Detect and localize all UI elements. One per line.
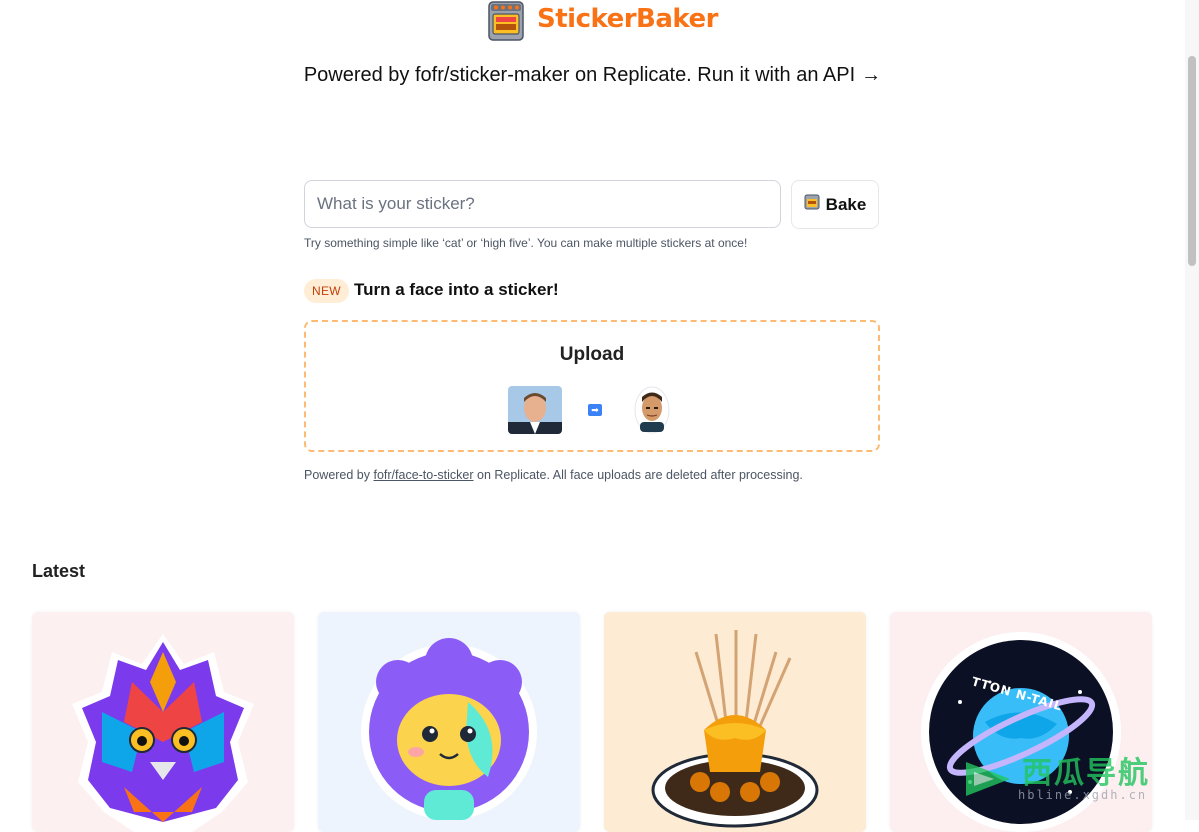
- purple-monster-sticker: [361, 638, 537, 820]
- face-upload-dropzone[interactable]: Upload ➡: [304, 320, 880, 452]
- face-photo-icon: [508, 386, 562, 434]
- watermark-text: 西瓜导航: [1022, 757, 1150, 790]
- powered-by-text: Powered by fofr/sticker-maker on Replica…: [303, 64, 856, 86]
- oven-icon[interactable]: [486, 0, 526, 42]
- face-footnote: Powered by fofr/face-to-sticker on Repli…: [304, 468, 803, 482]
- upload-label: Upload: [559, 344, 625, 365]
- fiery-owl-sticker: [72, 634, 254, 832]
- watermark-logo-icon: [966, 762, 1010, 796]
- sticker-card[interactable]: [32, 612, 294, 832]
- brand-name[interactable]: StickerBaker: [537, 4, 718, 34]
- watermark: 西瓜导航 hbline.xgdh.cn: [960, 748, 1186, 808]
- sticker-card[interactable]: [318, 612, 580, 832]
- new-badge: NEW: [304, 279, 349, 303]
- face-sticker-title: Turn a face into a sticker!: [354, 280, 559, 299]
- header: StickerBaker: [0, 0, 1185, 44]
- footnote-prefix: Powered by: [304, 468, 374, 482]
- scrollbar[interactable]: [1185, 0, 1199, 820]
- sticker-card[interactable]: [604, 612, 866, 832]
- oven-icon: [804, 194, 820, 215]
- prompt-hint: Try something simple like ‘cat’ or ‘high…: [304, 236, 748, 250]
- bake-button[interactable]: Bake: [791, 180, 879, 229]
- face-to-sticker-link[interactable]: fofr/face-to-sticker: [373, 468, 473, 482]
- arrow-right-icon: →: [861, 64, 882, 86]
- watermark-url: hbline.xgdh.cn: [1018, 788, 1148, 802]
- face-sticker-icon: [634, 386, 670, 434]
- dessert-sticker: [651, 630, 819, 828]
- sticker-prompt-input[interactable]: [304, 180, 781, 228]
- powered-by-line[interactable]: Powered by fofr/sticker-maker on Replica…: [0, 64, 1185, 87]
- right-arrow-icon: ➡: [588, 404, 602, 416]
- latest-heading: Latest: [32, 561, 86, 581]
- scrollbar-thumb[interactable]: [1188, 56, 1196, 266]
- bake-button-label: Bake: [825, 194, 867, 214]
- footnote-suffix: on Replicate. All face uploads are delet…: [473, 468, 803, 482]
